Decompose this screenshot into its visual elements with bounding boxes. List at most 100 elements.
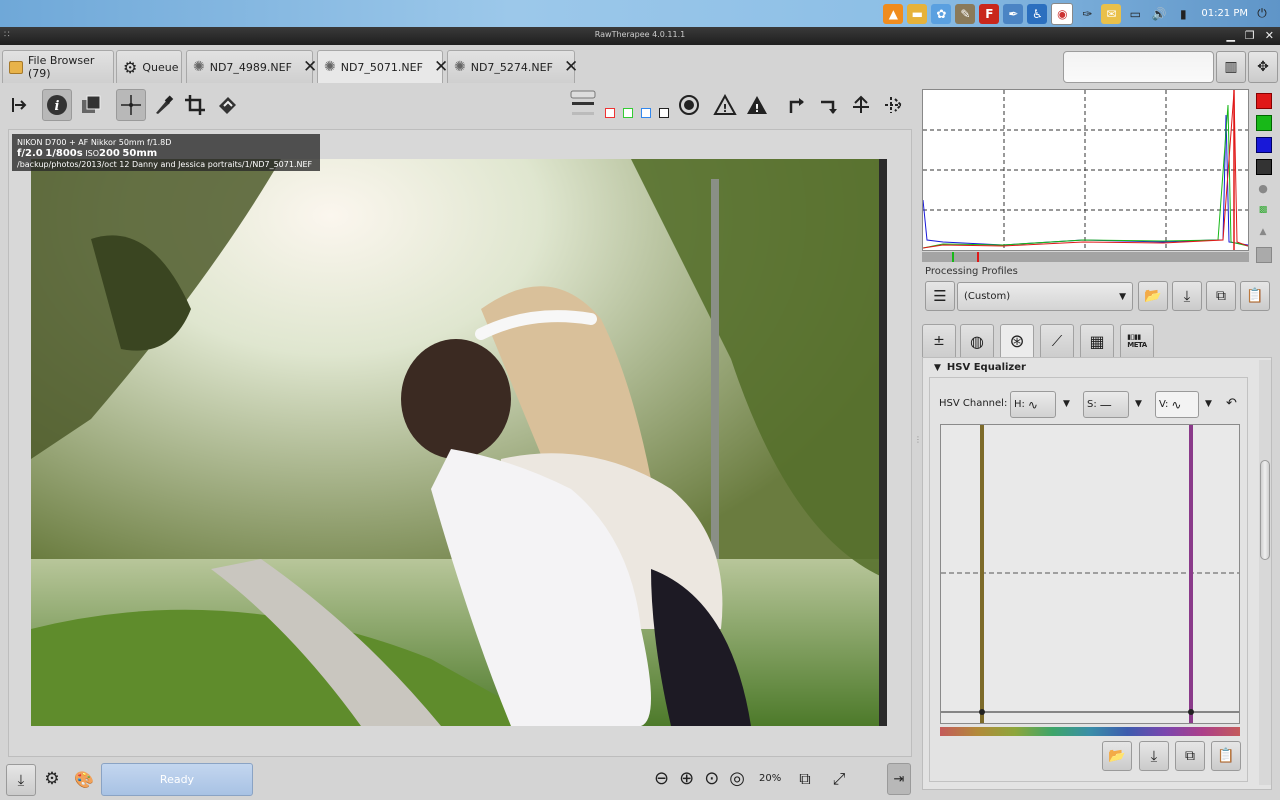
reset-icon[interactable]: ↶ xyxy=(1226,396,1237,411)
tab-nd7-5071[interactable]: ✺ ND7_5071.NEF ✕ xyxy=(317,50,448,83)
histogram-fullsize-toggle[interactable]: ▲ xyxy=(1256,225,1270,239)
svg-text:!: ! xyxy=(722,102,727,115)
photo-preview[interactable] xyxy=(31,159,887,726)
zoom-in-icon[interactable]: ⊕ xyxy=(679,768,694,789)
shadow-clipping-button[interactable]: ! xyxy=(710,89,740,121)
hand-tool-button[interactable] xyxy=(116,89,146,121)
inkscape-icon[interactable]: ✑ xyxy=(1077,4,1097,24)
tab-metadata[interactable]: ▮▯▮▮ META xyxy=(1120,324,1154,357)
highlight-clipping-button[interactable]: ! xyxy=(742,89,772,121)
histogram-green-toggle[interactable] xyxy=(1256,115,1272,131)
accessibility-icon[interactable]: ♿ xyxy=(1027,3,1048,24)
tab-queue[interactable]: ⚙ Queue xyxy=(116,50,182,83)
red-channel-toggle[interactable] xyxy=(605,108,615,118)
vlc-icon[interactable]: ▲ xyxy=(883,3,904,24)
hide-left-panel-button[interactable] xyxy=(4,89,34,121)
chevron-down-icon[interactable]: ▼ xyxy=(1063,399,1070,409)
before-after-button[interactable] xyxy=(76,89,106,121)
minimize-icon[interactable]: ▁ xyxy=(1226,29,1234,42)
close-tab-icon[interactable]: ✕ xyxy=(564,57,578,77)
power-icon[interactable]: ⏻ xyxy=(1252,4,1272,24)
copy-profile-button[interactable]: ⧉ xyxy=(1206,281,1236,311)
save-image-button[interactable]: ⤓ xyxy=(6,764,36,796)
flip-horizontal-button[interactable] xyxy=(878,89,908,121)
tab-exposure[interactable]: ± xyxy=(922,324,956,357)
histogram-raw-toggle[interactable]: ▩ xyxy=(1256,203,1270,217)
focus-mask-button[interactable] xyxy=(674,89,704,121)
load-profile-button[interactable]: 📂 xyxy=(1138,281,1168,311)
s-channel-label: S: xyxy=(1087,399,1097,410)
hsv-curve-editor[interactable] xyxy=(940,424,1240,724)
zoom-100-icon[interactable]: ◎ xyxy=(729,768,745,789)
blue-channel-toggle[interactable] xyxy=(641,108,651,118)
flip-vertical-button[interactable] xyxy=(846,89,876,121)
close-tab-icon[interactable]: ✕ xyxy=(303,57,317,77)
histogram-bar-toggle[interactable] xyxy=(1256,247,1272,263)
chevron-down-icon[interactable]: ▼ xyxy=(1135,399,1142,409)
clock[interactable]: 01:21 PM xyxy=(1201,8,1248,19)
tab-transform[interactable]: ⟋ xyxy=(1040,324,1074,357)
filmstrip-toggle-button[interactable]: ▥ xyxy=(1216,51,1246,83)
chevron-down-icon[interactable]: ▼ xyxy=(1205,399,1212,409)
close-window-icon[interactable]: ✕ xyxy=(1265,29,1274,42)
green-channel-toggle[interactable] xyxy=(623,108,633,118)
tab-nd7-4989[interactable]: ✺ ND7_4989.NEF ✕ xyxy=(186,50,317,83)
battery-icon[interactable]: ▮ xyxy=(1173,4,1193,24)
rotate-left-button[interactable] xyxy=(782,89,812,121)
hide-right-panel-button[interactable]: ⇥ xyxy=(887,763,911,795)
filmstrip-icon: ▥ xyxy=(1224,59,1238,75)
save-curve-button[interactable]: ⤓ xyxy=(1139,741,1169,771)
notes-icon[interactable]: ✉ xyxy=(1101,3,1122,24)
hsv-equalizer-header[interactable]: ▼ HSV Equalizer xyxy=(934,362,1026,373)
h-channel-button[interactable]: H: ∿ xyxy=(1010,391,1056,418)
info-toggle-button[interactable]: i xyxy=(42,89,72,121)
tool-panel-scrollbar[interactable] xyxy=(1259,360,1271,785)
rotate-right-button[interactable] xyxy=(814,89,844,121)
new-detail-window-icon[interactable]: ⧉ xyxy=(799,769,810,789)
tab-color[interactable]: ⊛ xyxy=(1000,324,1034,357)
zoom-fit-icon[interactable]: ⊙ xyxy=(704,768,719,789)
chrome-icon[interactable]: ◉ xyxy=(1051,2,1074,25)
wb-picker-button[interactable] xyxy=(148,89,178,121)
tab-raw[interactable]: ▦ xyxy=(1080,324,1114,357)
straighten-button[interactable] xyxy=(212,89,242,121)
histogram-red-toggle[interactable] xyxy=(1256,93,1272,109)
save-profile-button[interactable]: ⤓ xyxy=(1172,281,1202,311)
picasa-icon[interactable]: ✿ xyxy=(931,3,952,24)
histogram-blue-toggle[interactable] xyxy=(1256,137,1272,153)
edit-external-button[interactable]: 🎨 xyxy=(70,764,98,794)
bluefish-icon[interactable]: ✒ xyxy=(1003,3,1024,24)
panel-resize-handle[interactable]: ⋮ xyxy=(914,435,922,445)
filter-search-input[interactable] xyxy=(1063,51,1214,83)
tab-nd7-5274[interactable]: ✺ ND7_5274.NEF ✕ xyxy=(447,50,578,83)
profile-list-button[interactable]: ☰ xyxy=(925,281,955,311)
network-icon[interactable]: ▭ xyxy=(1125,4,1145,24)
crosshair-icon xyxy=(121,95,141,115)
scrollbar-thumb[interactable] xyxy=(1260,460,1270,560)
navigator-toggle-button[interactable]: ✥ xyxy=(1248,51,1278,83)
gimp-icon[interactable]: ✎ xyxy=(955,3,976,24)
crop-button[interactable] xyxy=(180,89,210,121)
copy-curve-button[interactable]: ⧉ xyxy=(1175,741,1205,771)
load-curve-button[interactable]: 📂 xyxy=(1102,741,1132,771)
folder-icon[interactable]: ▬ xyxy=(907,3,928,24)
iso-value: 200 xyxy=(98,148,120,159)
luminance-channel-toggle[interactable] xyxy=(659,108,669,118)
profile-select[interactable]: (Custom) ▼ xyxy=(957,282,1133,311)
v-channel-button[interactable]: V: ∿ xyxy=(1155,391,1199,418)
maximize-icon[interactable]: ❐ xyxy=(1245,29,1255,42)
filezilla-icon[interactable]: F xyxy=(979,3,1000,24)
s-channel-button[interactable]: S: — xyxy=(1083,391,1129,418)
fullscreen-icon[interactable]: ⤢ xyxy=(833,769,846,789)
tab-file-browser[interactable]: File Browser (79) xyxy=(2,50,114,83)
queue-button[interactable]: ⚙ xyxy=(38,764,66,794)
preview-mode-button[interactable] xyxy=(568,89,598,121)
histogram-chroma-toggle[interactable]: ● xyxy=(1256,181,1270,195)
gears-icon: ⚙ xyxy=(123,57,138,77)
tab-detail[interactable]: ◍ xyxy=(960,324,994,357)
paste-profile-button[interactable]: 📋 xyxy=(1240,281,1270,311)
histogram-luminance-toggle[interactable] xyxy=(1256,159,1272,175)
zoom-out-icon[interactable]: ⊖ xyxy=(654,768,669,789)
paste-curve-button[interactable]: 📋 xyxy=(1211,741,1241,771)
volume-icon[interactable]: 🔊 xyxy=(1149,4,1169,24)
